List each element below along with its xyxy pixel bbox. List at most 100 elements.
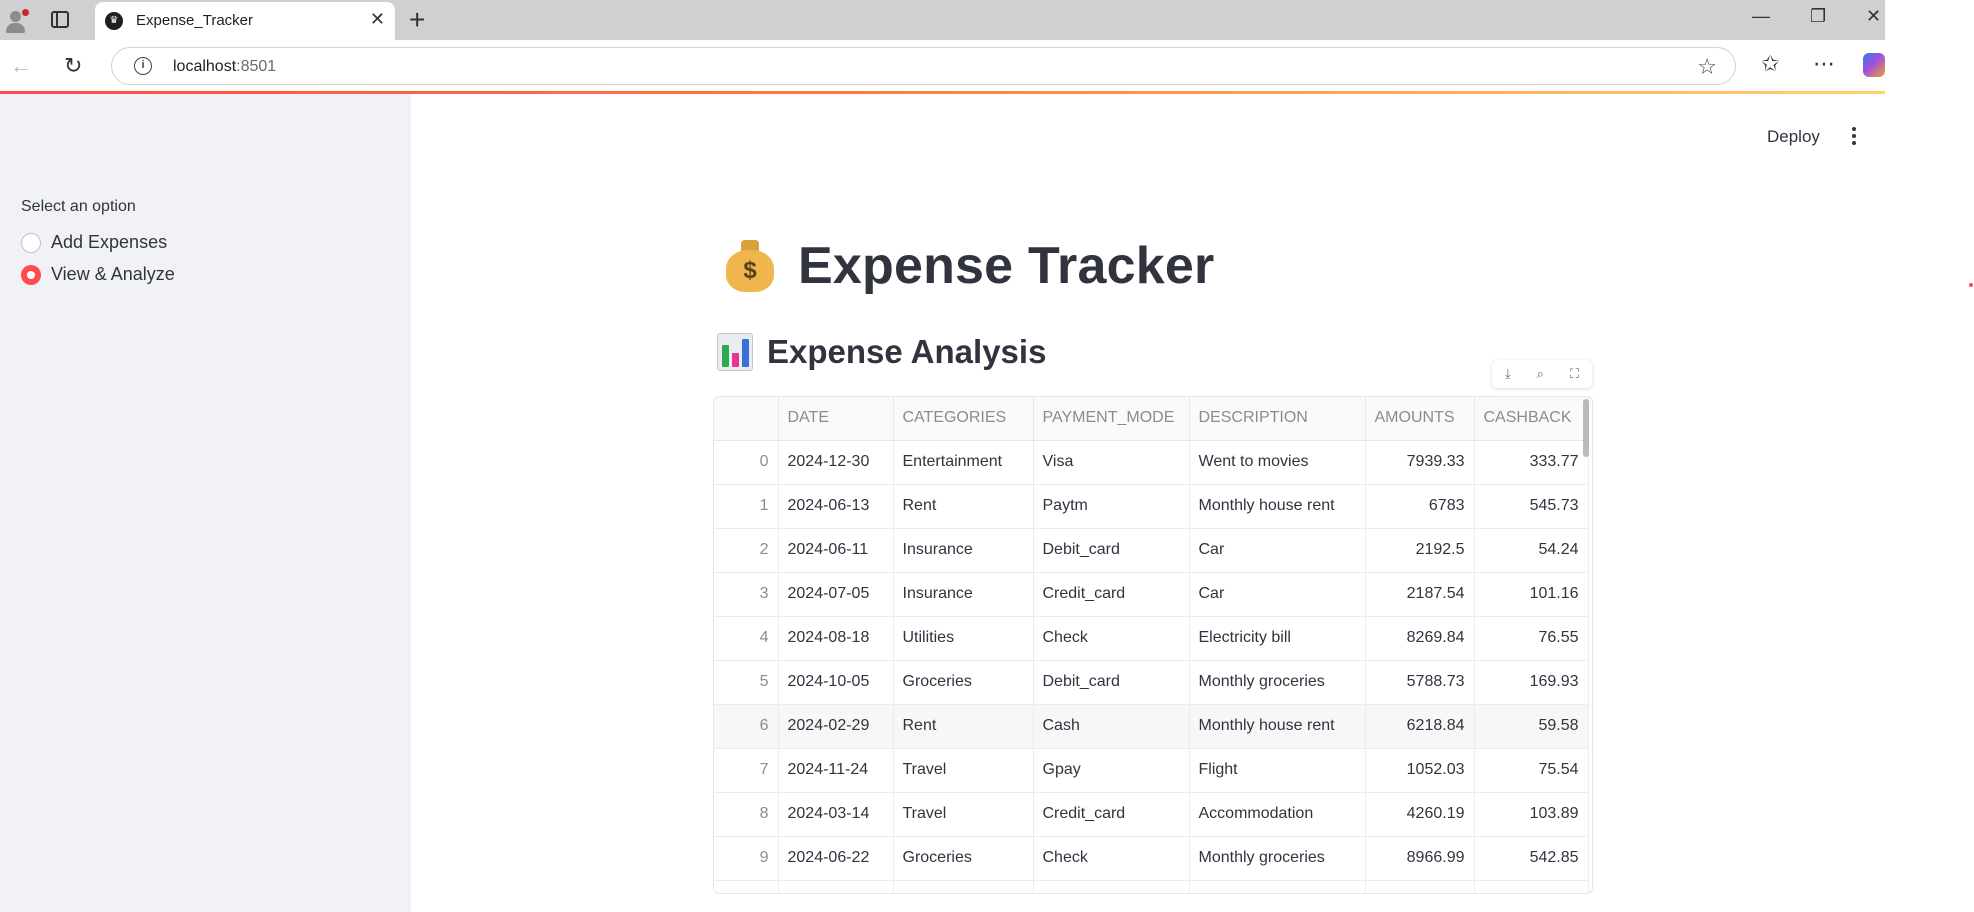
column-header[interactable]: DESCRIPTION bbox=[1189, 397, 1366, 441]
table-cell[interactable]: Debit_card bbox=[1033, 528, 1190, 573]
table-row[interactable]: 2 2024-06-11 Insurance Debit_card Car 2192.5 5… bbox=[714, 528, 1589, 573]
index-header[interactable] bbox=[714, 397, 779, 441]
browser-tab[interactable]: ♛ Expense_Tracker ✕ bbox=[95, 2, 395, 40]
table-cell[interactable]: 2024-12-30 bbox=[778, 440, 894, 485]
new-tab-icon[interactable]: + bbox=[409, 4, 425, 36]
table-row[interactable]: 4 2024-08-18 Utilities Check Electricity bil… bbox=[714, 616, 1589, 661]
favorite-star-icon[interactable]: ☆ bbox=[1697, 54, 1717, 80]
table-cell[interactable]: 75.54 bbox=[1474, 748, 1589, 793]
address-bar[interactable]: i localhost:8501 ☆ bbox=[111, 47, 1736, 85]
table-cell[interactable]: Check bbox=[1033, 836, 1190, 881]
table-cell[interactable]: 103.89 bbox=[1474, 792, 1589, 837]
table-cell[interactable]: Electricity bill bbox=[1189, 616, 1366, 661]
table-row[interactable]: 6 2024-02-29 Rent Cash Monthly house rent 621… bbox=[714, 704, 1589, 749]
table-cell[interactable]: 2024-07-05 bbox=[778, 572, 894, 617]
table-cell[interactable]: 2024-03-14 bbox=[778, 792, 894, 837]
table-cell[interactable]: 2024-06-22 bbox=[778, 836, 894, 881]
table-cell[interactable]: 2024-06-11 bbox=[778, 528, 894, 573]
table-cell[interactable]: 2024-08-18 bbox=[778, 616, 894, 661]
table-cell[interactable]: 5788.73 bbox=[1365, 660, 1475, 705]
favorites-icon[interactable]: ✩ bbox=[1761, 51, 1779, 77]
profile-icon[interactable] bbox=[4, 8, 30, 34]
fullscreen-icon[interactable]: ⛶ bbox=[1570, 366, 1579, 382]
table-cell[interactable]: 1052.03 bbox=[1365, 748, 1475, 793]
column-header[interactable]: AMOUNTS bbox=[1365, 397, 1475, 441]
table-row[interactable]: 5 2024-10-05 Groceries Debit_card Monthly gr… bbox=[714, 660, 1589, 705]
table-row[interactable]: 3 2024-07-05 Insurance Credit_card Car 2187.5… bbox=[714, 572, 1589, 617]
table-cell[interactable]: Utilities bbox=[893, 616, 1034, 661]
column-header[interactable]: CATEGORIES bbox=[893, 397, 1034, 441]
table-cell[interactable]: Insurance bbox=[893, 528, 1034, 573]
column-header[interactable]: PAYMENT_MODE bbox=[1033, 397, 1190, 441]
table-cell[interactable]: 169.93 bbox=[1474, 660, 1589, 705]
table-cell[interactable]: 4260.19 bbox=[1365, 792, 1475, 837]
table-cell[interactable]: Accommodation bbox=[1189, 792, 1366, 837]
table-cell[interactable]: Monthly house rent bbox=[1189, 704, 1366, 749]
table-cell[interactable]: Credit_card bbox=[1033, 572, 1190, 617]
table-cell[interactable]: 8269.84 bbox=[1365, 616, 1475, 661]
table-cell[interactable]: Gpay bbox=[1033, 748, 1190, 793]
main-menu-icon[interactable] bbox=[1849, 127, 1859, 147]
close-tab-icon[interactable]: ✕ bbox=[370, 9, 385, 30]
table-cell[interactable]: 2024-10-05 bbox=[778, 660, 894, 705]
table-cell[interactable]: Insurance bbox=[893, 572, 1034, 617]
table-cell[interactable]: Went to movies bbox=[1189, 440, 1366, 485]
table-cell[interactable]: 54.24 bbox=[1474, 528, 1589, 573]
table-cell[interactable]: 8966.99 bbox=[1365, 836, 1475, 881]
table-cell[interactable]: Credit_card bbox=[1033, 792, 1190, 837]
download-icon[interactable]: ⤓ bbox=[1505, 366, 1511, 382]
site-info-icon[interactable]: i bbox=[134, 57, 152, 75]
table-row[interactable]: 0 2024-12-30 Entertainment Visa Went to movi… bbox=[714, 440, 1589, 485]
tab-actions-icon[interactable] bbox=[51, 11, 69, 28]
table-cell[interactable]: 59.58 bbox=[1474, 704, 1589, 749]
table-cell[interactable]: Debit_card bbox=[1033, 660, 1190, 705]
table-cell[interactable]: Travel bbox=[893, 748, 1034, 793]
copilot-icon[interactable] bbox=[1863, 53, 1885, 77]
radio-option-add-expenses[interactable]: Add Expenses bbox=[21, 232, 167, 253]
table-cell[interactable]: Visa bbox=[1033, 440, 1190, 485]
table-cell[interactable]: Cash bbox=[1033, 704, 1190, 749]
table-cell[interactable]: Monthly house rent bbox=[1189, 484, 1366, 529]
table-cell[interactable]: Travel bbox=[893, 792, 1034, 837]
back-icon[interactable]: ← bbox=[10, 53, 32, 79]
table-cell[interactable]: 2187.54 bbox=[1365, 572, 1475, 617]
table-cell[interactable]: Groceries bbox=[893, 660, 1034, 705]
table-cell[interactable]: Flight bbox=[1189, 748, 1366, 793]
table-cell[interactable]: 6783 bbox=[1365, 484, 1475, 529]
table-cell[interactable]: Check bbox=[1033, 616, 1190, 661]
table-cell[interactable]: 542.85 bbox=[1474, 836, 1589, 881]
table-row[interactable]: 9 2024-06-22 Groceries Check Monthly groceri… bbox=[714, 836, 1589, 881]
table-cell[interactable]: 2192.5 bbox=[1365, 528, 1475, 573]
table-cell[interactable]: 76.55 bbox=[1474, 616, 1589, 661]
table-cell[interactable]: 101.16 bbox=[1474, 572, 1589, 617]
table-cell[interactable]: Entertainment bbox=[893, 440, 1034, 485]
close-window-icon[interactable]: ✕ bbox=[1866, 6, 1881, 27]
table-cell[interactable]: 7939.33 bbox=[1365, 440, 1475, 485]
table-cell[interactable]: Rent bbox=[893, 704, 1034, 749]
more-tools-icon[interactable]: ⋯ bbox=[1813, 51, 1835, 77]
table-cell[interactable]: 2024-11-24 bbox=[778, 748, 894, 793]
table-row[interactable]: 7 2024-11-24 Travel Gpay Flight 1052.03 75.54 bbox=[714, 748, 1589, 793]
url-text[interactable]: localhost:8501 bbox=[173, 58, 276, 76]
table-row[interactable]: 1 2024-06-13 Rent Paytm Monthly house rent 67… bbox=[714, 484, 1589, 529]
radio-option-view-analyze[interactable]: View & Analyze bbox=[21, 264, 175, 285]
table-cell[interactable]: Monthly groceries bbox=[1189, 660, 1366, 705]
expense-dataframe[interactable]: DATE CATEGORIES PAYMENT_MODE DESCRIPTION AMO… bbox=[713, 396, 1593, 894]
column-header[interactable]: DATE bbox=[778, 397, 894, 441]
column-header[interactable]: CASHBACK bbox=[1474, 397, 1589, 441]
table-cell[interactable]: 6218.84 bbox=[1365, 704, 1475, 749]
table-cell[interactable]: 545.73 bbox=[1474, 484, 1589, 529]
table-row[interactable]: 8 2024-03-14 Travel Credit_card Accommodatio… bbox=[714, 792, 1589, 837]
table-cell[interactable]: Car bbox=[1189, 528, 1366, 573]
deploy-button[interactable]: Deploy bbox=[1767, 127, 1820, 147]
table-cell[interactable]: Monthly groceries bbox=[1189, 836, 1366, 881]
search-icon[interactable]: ⌕ bbox=[1537, 366, 1544, 382]
table-cell[interactable]: Rent bbox=[893, 484, 1034, 529]
restore-icon[interactable]: ❐ bbox=[1810, 6, 1826, 27]
dataframe-scrollbar[interactable] bbox=[1583, 399, 1589, 457]
reload-icon[interactable]: ↻ bbox=[64, 53, 82, 79]
radio-button[interactable] bbox=[21, 232, 41, 253]
radio-button-selected[interactable] bbox=[21, 264, 41, 285]
table-cell[interactable]: Car bbox=[1189, 572, 1366, 617]
table-cell[interactable]: 2024-06-13 bbox=[778, 484, 894, 529]
